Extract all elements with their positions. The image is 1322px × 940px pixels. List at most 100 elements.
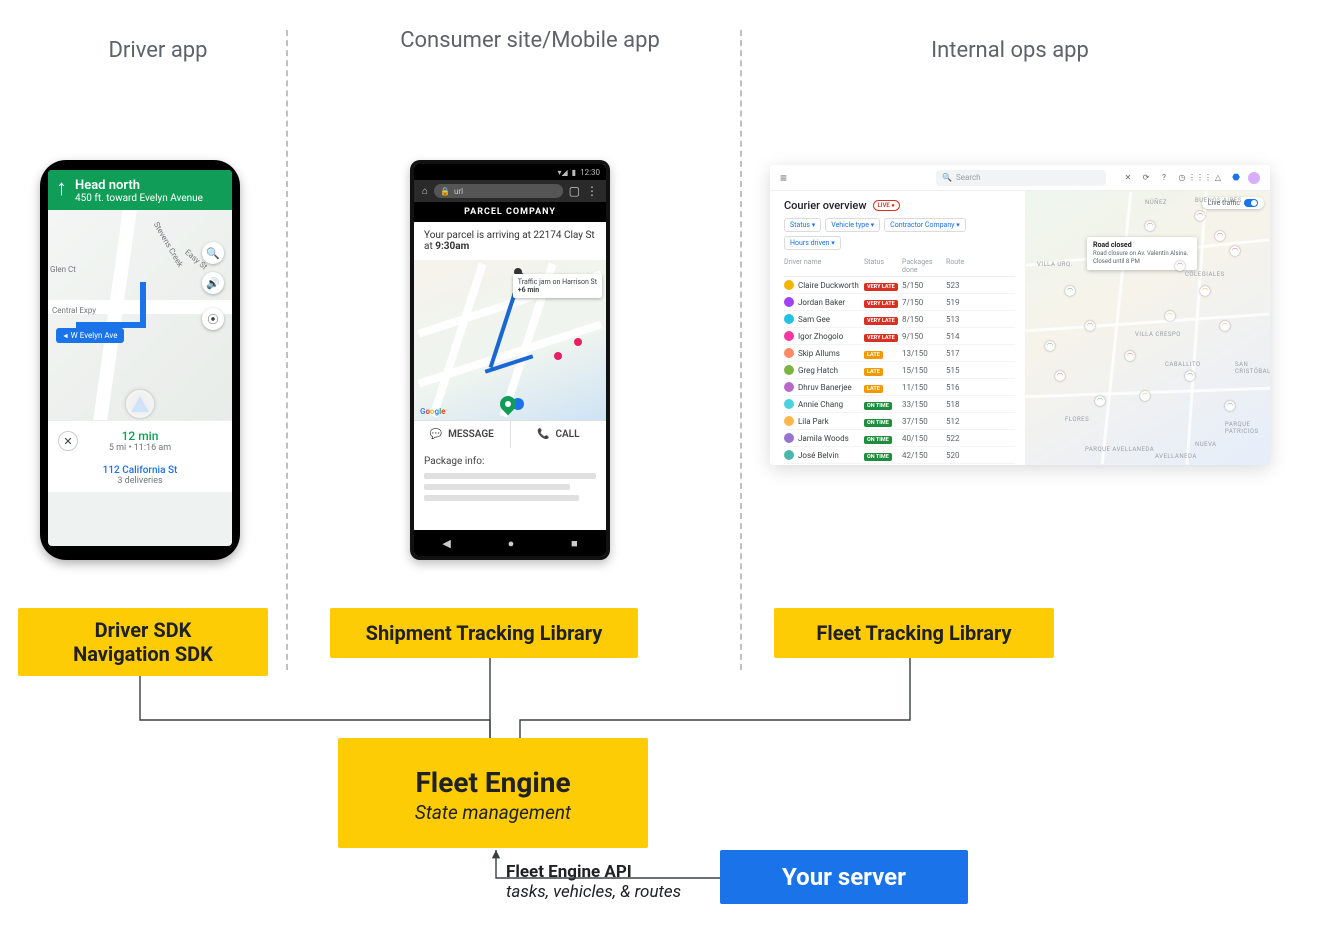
- panel-title: Courier overviewLIVE ●: [784, 199, 1015, 212]
- nav-instruction-banner: ↑ Head north 450 ft. toward Evelyn Avenu…: [48, 170, 232, 210]
- map-area-label: NUEVA: [1195, 441, 1217, 448]
- map-pin-icon[interactable]: ⬤: [1085, 321, 1095, 331]
- table-row[interactable]: Sam Gee VERY LATE 8/150 513: [784, 311, 1015, 328]
- nav-toward: toward Evelyn Avenue: [106, 193, 203, 204]
- apps-icon[interactable]: ⋮⋮⋮: [1194, 172, 1206, 184]
- zoom-icon[interactable]: 🔍: [202, 242, 224, 264]
- table-row[interactable]: Claire Duckworth VERY LATE 5/150 523: [784, 277, 1015, 294]
- stop-address: 112 California St: [48, 465, 232, 476]
- message-icon: 💬: [430, 429, 442, 440]
- current-street-pill: W Evelyn Ave: [56, 328, 124, 343]
- filter-row: Status ▾ Vehicle type ▾ Contractor Company…: [784, 218, 1015, 250]
- kebab-icon[interactable]: ⋮: [586, 184, 598, 198]
- table-row[interactable]: Greg Hatch LATE 15/150 515: [784, 362, 1015, 379]
- google-logo: Google: [420, 407, 446, 416]
- next-stop-strip[interactable]: 112 California St 3 deliveries: [48, 461, 232, 492]
- traffic-popup: Traffic jam on Harrison St +6 min: [513, 274, 602, 298]
- table-row[interactable]: Igor Zhogolo VERY LATE 9/150 514: [784, 328, 1015, 345]
- wifi-icon: ▾◢: [558, 168, 568, 177]
- clock-icon[interactable]: ◷: [1176, 172, 1188, 184]
- map-pin-icon[interactable]: ⬤: [1220, 321, 1230, 331]
- map-area-label: AVELLANEDA: [1155, 453, 1197, 460]
- map-pin-icon[interactable]: ⬤: [1095, 396, 1105, 406]
- table-row[interactable]: Luke Bryan EARLY 55/150 521: [784, 464, 1015, 465]
- map-area-label: VILLA URQ.: [1037, 261, 1073, 268]
- call-button[interactable]: 📞CALL: [511, 421, 607, 448]
- table-row[interactable]: Jamila Woods ON TIME 40/150 522: [784, 430, 1015, 447]
- tabs-icon[interactable]: ▢: [569, 184, 580, 198]
- map-area-label: SAN CRISTÓBAL: [1235, 361, 1270, 375]
- search-input[interactable]: 🔍Search: [936, 170, 1106, 186]
- account-switcher-icon[interactable]: ⬣: [1230, 172, 1242, 184]
- ops-map: Live traffic Road closedRoad closure on …: [1025, 191, 1270, 465]
- filter-chip[interactable]: Contractor Company ▾: [884, 218, 966, 232]
- table-row[interactable]: Skip Allums LATE 13/150 517: [784, 345, 1015, 362]
- clock: 12:30: [580, 168, 600, 177]
- map-pin-icon[interactable]: ⬤: [1125, 351, 1135, 361]
- map-pin-icon[interactable]: ⬤: [1165, 311, 1175, 321]
- map-pin-icon[interactable]: ⬤: [1215, 231, 1225, 241]
- street-label-glen: Glen Ct: [50, 265, 76, 274]
- table-row[interactable]: Dhruv Banerjee LATE 11/150 516: [784, 379, 1015, 396]
- home-nav-icon[interactable]: ●: [508, 537, 515, 550]
- dashboard-topbar: ≡ 🔍Search ✕ ⟳ ? ◷ ⋮⋮⋮ △ ⬣: [770, 165, 1270, 191]
- traffic-dot-icon: [574, 338, 582, 346]
- map-area-label: NÚÑEZ: [1145, 199, 1167, 206]
- eta-detail: 5 mi • 11:16 am: [88, 443, 192, 453]
- filter-chip[interactable]: Vehicle type ▾: [825, 218, 880, 232]
- url-field[interactable]: 🔒url: [434, 184, 563, 198]
- home-icon[interactable]: ⌂: [422, 186, 428, 197]
- driver-phone-mock: ↑ Head north 450 ft. toward Evelyn Avenu…: [40, 160, 240, 560]
- stop-deliveries: 3 deliveries: [48, 476, 232, 486]
- map-pin-icon[interactable]: ⬤: [1145, 221, 1155, 231]
- divider-2: [740, 30, 742, 670]
- browser-url-bar: ⌂ 🔒url ▢ ⋮: [414, 180, 606, 202]
- close-icon[interactable]: ✕: [58, 431, 78, 451]
- avatar[interactable]: [1248, 172, 1260, 184]
- column-header-ops: Internal ops app: [880, 38, 1140, 63]
- map-pin-icon[interactable]: ⬤: [1045, 341, 1055, 351]
- map-pin-icon[interactable]: ⬤: [1200, 286, 1210, 296]
- message-button[interactable]: 💬MESSAGE: [414, 421, 511, 448]
- close-icon[interactable]: ✕: [1122, 172, 1134, 184]
- map-pin-icon[interactable]: ⬤: [1065, 286, 1075, 296]
- recenter-icon[interactable]: ⦿: [202, 308, 224, 330]
- table-row[interactable]: Annie Chang ON TIME 33/150 518: [784, 396, 1015, 413]
- table-row[interactable]: Lila Park ON TIME 37/150 512: [784, 413, 1015, 430]
- courier-table-panel: Courier overviewLIVE ● Status ▾ Vehicle t…: [770, 191, 1025, 465]
- refresh-icon[interactable]: ⟳: [1140, 172, 1152, 184]
- filter-chip[interactable]: Hours driven ▾: [784, 236, 841, 250]
- lock-icon: 🔒: [440, 187, 450, 196]
- filter-chip[interactable]: Status ▾: [784, 218, 821, 232]
- map-pin-icon[interactable]: ⬤: [1230, 246, 1240, 256]
- bell-icon[interactable]: △: [1212, 172, 1224, 184]
- map-pin-icon[interactable]: ⬤: [1185, 371, 1195, 381]
- table-row[interactable]: Jordan Baker VERY LATE 7/150 519: [784, 294, 1015, 311]
- traffic-dot-icon: [554, 352, 562, 360]
- column-header-consumer: Consumer site/Mobile app: [400, 28, 660, 54]
- package-info: Package info:: [414, 448, 606, 501]
- map-pin-icon[interactable]: ⬤: [1175, 261, 1185, 271]
- menu-icon[interactable]: ≡: [780, 171, 787, 185]
- map-pin-icon[interactable]: ⬤: [1055, 371, 1065, 381]
- fleet-engine-api-label: Fleet Engine API tasks, vehicles, & rout…: [506, 862, 681, 902]
- map-area-label: PARQUE PATRICIOS: [1225, 421, 1270, 435]
- ops-dashboard-mock: ≡ 🔍Search ✕ ⟳ ? ◷ ⋮⋮⋮ △ ⬣ Courier overvi…: [770, 165, 1270, 465]
- vehicle-cursor-icon: [131, 396, 149, 412]
- table-row[interactable]: José Belvin ON TIME 42/150 520: [784, 447, 1015, 464]
- recents-icon[interactable]: ■: [571, 537, 578, 550]
- back-icon[interactable]: ◀: [442, 537, 450, 550]
- brand-header: PARCEL COMPANY: [414, 202, 606, 222]
- map-area-label: COLEGIALES: [1185, 271, 1225, 278]
- map-pin-icon[interactable]: ⬤: [1225, 401, 1235, 411]
- status-bar: ▾◢ ▮ 12:30: [414, 164, 606, 180]
- help-icon[interactable]: ?: [1158, 172, 1170, 184]
- nav-instruction: Head north: [75, 178, 203, 193]
- map-pin-icon[interactable]: ⬤: [1195, 211, 1205, 221]
- map-pin-icon[interactable]: ⬤: [1140, 391, 1150, 401]
- sound-icon[interactable]: 🔊: [202, 272, 224, 294]
- android-nav-bar: ◀ ● ■: [414, 530, 606, 556]
- map-area-label: PARQUE AVELLANEDA: [1085, 446, 1154, 453]
- driver-map: Central Expy Glen Ct Stevens Creek Easy …: [48, 210, 232, 420]
- fleet-tracking-box: Fleet Tracking Library: [774, 608, 1054, 658]
